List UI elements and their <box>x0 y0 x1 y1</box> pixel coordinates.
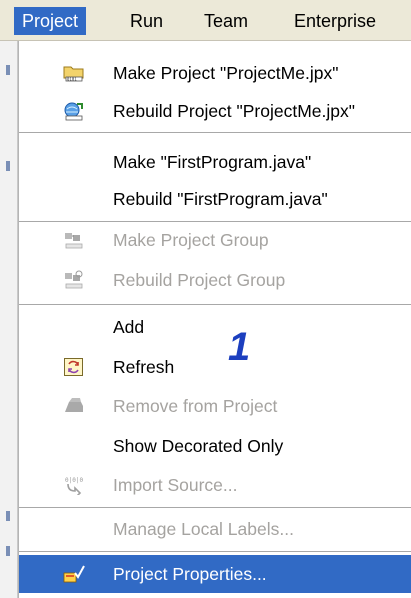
menu-separator <box>19 132 411 134</box>
menu-item-make-project[interactable]: 0101 Make Project "ProjectMe.jpx" <box>19 55 411 91</box>
menu-item-make-project-group[interactable]: Make Project Group <box>19 222 411 258</box>
menu-separator <box>19 551 411 553</box>
menu-item-label: Rebuild Project "ProjectMe.jpx" <box>113 101 355 121</box>
menu-separator <box>19 304 411 306</box>
editor-gutter <box>0 41 18 598</box>
menu-item-add[interactable]: Add <box>19 309 411 345</box>
menu-run[interactable]: Run <box>122 7 171 35</box>
menu-item-refresh[interactable]: Refresh <box>19 349 411 385</box>
menu-item-label: Import Source... <box>113 475 238 495</box>
menu-project[interactable]: Project <box>14 7 87 35</box>
menu-item-label: Refresh <box>113 357 175 377</box>
menu-item-show-decorated-only[interactable]: Show Decorated Only <box>19 428 411 464</box>
menu-item-label: Rebuild Project Group <box>113 270 286 290</box>
gutter-marker <box>6 65 10 75</box>
project-properties-icon <box>63 564 85 584</box>
remove-icon <box>63 396 85 416</box>
menu-item-label: Make "FirstProgram.java" <box>113 152 312 172</box>
menu-item-manage-local-labels[interactable]: Manage Local Labels... <box>19 511 411 547</box>
import-source-icon: 0|0|0 <box>63 475 85 500</box>
menu-item-rebuild-project-group[interactable]: Rebuild Project Group <box>19 262 411 298</box>
menu-item-label: Make Project "ProjectMe.jpx" <box>113 63 339 83</box>
menu-item-import-source[interactable]: 0|0|0 Import Source... <box>19 467 411 503</box>
gutter-marker <box>6 511 10 521</box>
menu-item-remove-from-project[interactable]: Remove from Project <box>19 388 411 424</box>
menu-item-label: Remove from Project <box>113 396 278 416</box>
menu-bar: Project Run Team Enterprise <box>0 0 411 41</box>
menu-item-label: Rebuild "FirstProgram.java" <box>113 189 328 209</box>
refresh-icon <box>63 357 85 377</box>
gutter-marker <box>6 161 10 171</box>
svg-text:0|0|0: 0|0|0 <box>65 477 83 484</box>
group-make-icon <box>63 230 85 250</box>
annotation-number: 1 <box>228 325 251 369</box>
menu-item-project-properties[interactable]: Project Properties... <box>19 555 411 593</box>
menu-enterprise[interactable]: Enterprise <box>286 7 384 35</box>
menu-item-label: Make Project Group <box>113 230 269 250</box>
menu-item-label: Project Properties... <box>113 564 267 584</box>
group-rebuild-icon <box>63 270 85 290</box>
menu-item-rebuild-project[interactable]: Rebuild Project "ProjectMe.jpx" <box>19 93 411 129</box>
menu-item-label: Add <box>113 317 145 337</box>
menu-separator <box>19 507 411 509</box>
project-menu-dropdown: 0101 Make Project "ProjectMe.jpx" Rebuil… <box>18 41 411 598</box>
menu-item-rebuild-file[interactable]: Rebuild "FirstProgram.java" <box>19 181 411 217</box>
menu-item-label: Manage Local Labels... <box>113 519 294 539</box>
menu-team[interactable]: Team <box>196 7 256 35</box>
gutter-marker <box>6 546 10 556</box>
folder-binary-icon: 0101 <box>63 63 85 83</box>
svg-text:0101: 0101 <box>67 77 77 82</box>
globe-arrow-icon <box>63 101 85 121</box>
menu-item-label: Show Decorated Only <box>113 436 284 456</box>
menu-item-make-file[interactable]: Make "FirstProgram.java" <box>19 144 411 180</box>
